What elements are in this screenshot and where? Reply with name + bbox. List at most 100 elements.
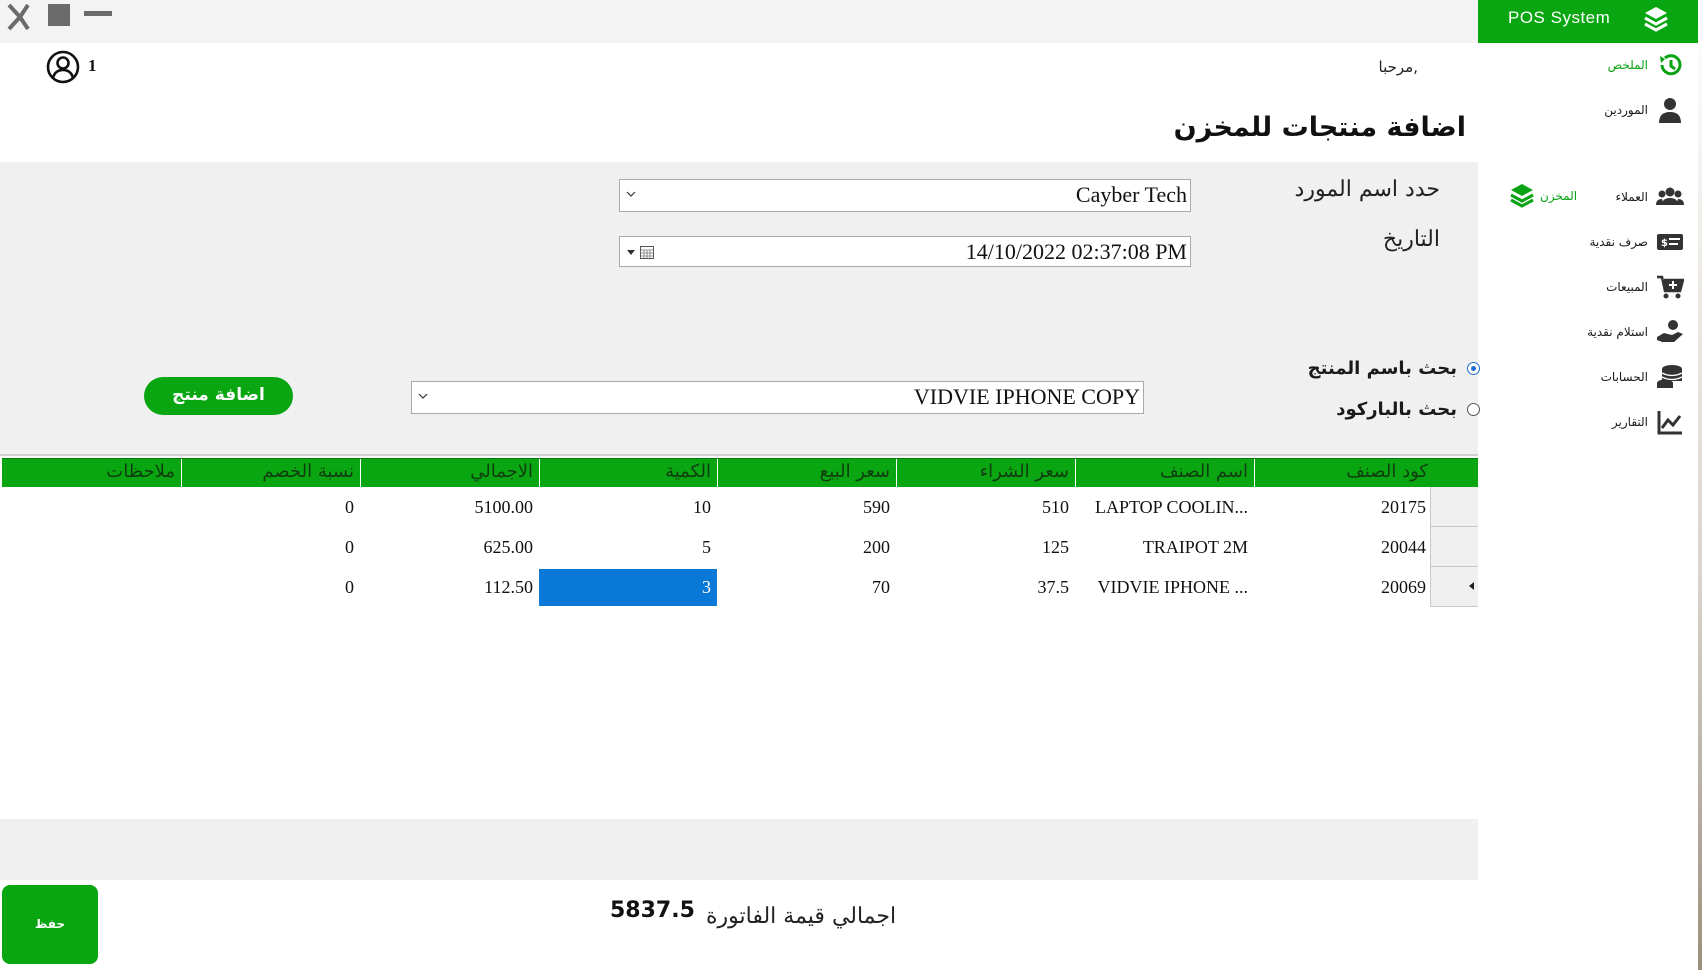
table-row[interactable]: 20175 LAPTOP COOLIN... 510 590 10 5100.0… [2,487,1430,527]
page-title: اضافة منتجات للمخزن [1173,112,1466,143]
cell-buy-price[interactable]: 125 [896,527,1075,567]
cell-quantity-selected[interactable]: 3 [539,569,717,606]
invoice-total-value: 5837.5 [610,898,695,923]
date-picker[interactable]: 14/10/2022 02:37:08 PM [619,236,1191,267]
cell-quantity[interactable]: 5 [539,527,717,567]
history-icon [1660,54,1682,76]
title-bar [0,0,1478,43]
cell-buy-price[interactable]: 510 [896,487,1075,527]
column-header-notes[interactable]: ملاحظات [2,459,181,488]
column-header-sell-price[interactable]: سعر البيع [717,459,896,488]
sidebar-item-reports[interactable]: التقارير [1612,404,1684,440]
search-by-barcode-radio[interactable]: بحث بالباركود [1270,394,1480,424]
users-icon [1656,187,1684,205]
cart-plus-icon [1657,275,1684,299]
cell-sell-price[interactable]: 70 [717,567,896,607]
sidebar-item-label: الملخص [1607,58,1648,72]
cell-total[interactable]: 625.00 [360,527,539,567]
close-icon[interactable] [6,2,36,32]
chevron-down-icon [626,191,636,197]
product-select[interactable]: VIDVIE IPHONE COPY [411,381,1144,414]
row-header[interactable] [1430,527,1478,567]
sidebar-item-label: المخزن [1540,189,1578,203]
cell-name[interactable]: LAPTOP COOLIN... [1075,487,1254,527]
cell-sell-price[interactable]: 200 [717,527,896,567]
current-row-arrow-icon [1469,582,1474,590]
invoice-total-label: اجمالي قيمة الفاتورة [706,904,897,929]
supplier-value: Cayber Tech [1075,182,1187,207]
maximize-icon[interactable] [48,4,70,26]
products-grid: كود الصنف اسم الصنف سعر الشراء سعر البيع… [0,454,1478,819]
supplier-select[interactable]: Cayber Tech [619,179,1191,212]
sidebar-item-label: المبيعات [1606,280,1648,294]
cell-total[interactable]: 112.50 [360,567,539,607]
cell-discount[interactable]: 0 [181,487,360,527]
column-header-discount[interactable]: نسبة الخصم [181,459,360,488]
sidebar-item-sales[interactable]: المبيعات [1606,269,1684,305]
sidebar: الملخص الموردين المخزن العملاء صرف نقدية… [1478,43,1702,970]
table-row[interactable]: 20044 TRAIPOT 2M 125 200 5 625.00 0 [2,527,1430,567]
sidebar-item-label: صرف نقدية [1589,235,1648,249]
cell-discount[interactable]: 0 [181,527,360,567]
greeting-text: مرحبا, [1378,58,1418,76]
column-header-quantity[interactable]: الكمية [539,459,717,488]
radio-indicator[interactable] [1467,402,1480,416]
cell-total[interactable]: 5100.00 [360,487,539,527]
cell-code[interactable]: 20069 [1254,567,1432,607]
cell-code[interactable]: 20175 [1254,487,1432,527]
user-tie-icon [1659,98,1681,123]
caret-down-icon [627,250,635,255]
user-circle-icon[interactable] [46,50,80,84]
hand-coin-icon [1657,320,1683,342]
user-count: 1 [88,56,97,75]
search-by-name-radio[interactable]: بحث باسم المنتج [1270,353,1480,383]
column-header-name[interactable]: اسم الصنف [1075,459,1254,488]
chevron-down-icon [418,393,428,399]
layers-icon [1644,7,1668,32]
calendar-icon [640,246,654,259]
product-value: VIDVIE IPHONE COPY [913,384,1140,409]
sidebar-item-customers[interactable]: العملاء [1615,179,1684,215]
column-header-buy-price[interactable]: سعر الشراء [896,459,1075,488]
grid-footer-area [0,819,1478,880]
supplier-label: حدد اسم المورد [1294,177,1440,202]
brand-header: POS System [1478,0,1702,43]
cell-notes[interactable] [2,487,181,527]
svg-text:$: $ [1661,238,1668,249]
cell-notes[interactable] [2,527,181,567]
column-header-code[interactable]: كود الصنف [1254,459,1434,488]
radio-indicator[interactable] [1467,361,1480,375]
minimize-icon[interactable] [84,11,112,16]
cell-code[interactable]: 20044 [1254,527,1432,567]
row-header[interactable] [1430,487,1478,527]
money-check-icon: $ [1657,234,1683,250]
sidebar-item-cash-out[interactable]: صرف نقدية $ [1589,224,1684,260]
row-header-current[interactable] [1430,567,1478,607]
cell-sell-price[interactable]: 590 [717,487,896,527]
brand-title: POS System [1508,8,1611,27]
sidebar-item-summary[interactable]: الملخص [1608,47,1684,83]
grid-header: كود الصنف اسم الصنف سعر الشراء سعر البيع… [2,458,1478,488]
sidebar-item-store[interactable]: المخزن [1508,181,1608,211]
sidebar-item-suppliers[interactable]: الموردين [1604,92,1684,128]
coins-stack-icon [1657,365,1683,388]
chart-line-icon [1657,411,1682,435]
add-product-button[interactable]: اضافة منتج [144,377,293,415]
cell-name[interactable]: VIDVIE IPHONE ... [1075,567,1254,607]
layers-icon [1510,184,1534,208]
sidebar-item-accounts[interactable]: الحسابات [1601,359,1684,395]
cell-notes[interactable] [2,567,181,607]
column-header-total[interactable]: الاجمالي [360,459,539,488]
cell-quantity[interactable]: 10 [539,487,717,527]
cell-discount[interactable]: 0 [181,567,360,607]
sidebar-item-label: استلام نقدية [1587,325,1648,339]
cell-buy-price[interactable]: 37.5 [896,567,1075,607]
sidebar-item-label: التقارير [1611,415,1648,429]
sidebar-item-label: الموردين [1604,103,1648,117]
sidebar-item-cash-in[interactable]: استلام نقدية [1587,314,1684,350]
cell-name[interactable]: TRAIPOT 2M [1075,527,1254,567]
save-button[interactable]: حفظ [2,885,98,964]
table-row[interactable]: 20069 VIDVIE IPHONE ... 37.5 70 3 112.50… [2,567,1430,607]
form-panel: حدد اسم المورد Cayber Tech التاريخ 14/10… [0,162,1480,454]
window-edge [1698,0,1702,970]
